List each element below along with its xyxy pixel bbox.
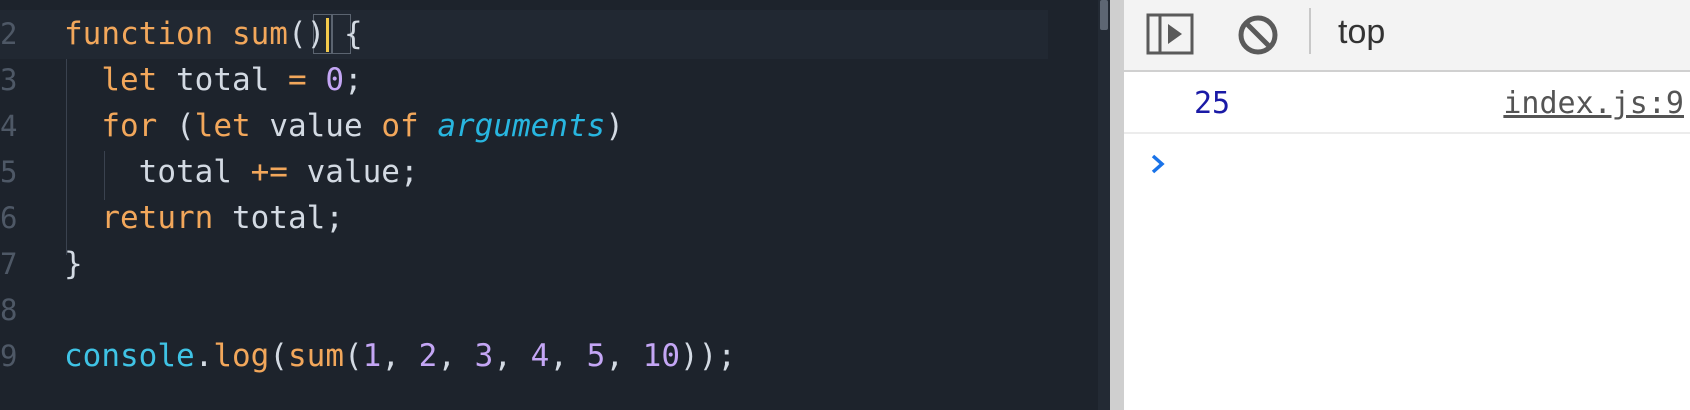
code-token: ( bbox=[157, 108, 195, 144]
code-token: 10 bbox=[642, 338, 680, 374]
code-token: sum bbox=[231, 16, 288, 52]
line-code: return total; bbox=[64, 194, 344, 243]
pane-divider[interactable] bbox=[1110, 0, 1124, 410]
line-number: 7 bbox=[0, 247, 18, 281]
code-token: , bbox=[437, 338, 475, 374]
line-code: let total = 0; bbox=[64, 56, 363, 105]
code-token: = bbox=[287, 62, 307, 98]
devtools-console: top 25 index.js:9 bbox=[1124, 0, 1690, 410]
code-token: total bbox=[64, 154, 251, 190]
line-number: 4 bbox=[0, 109, 18, 143]
sidebar-toggle-icon[interactable] bbox=[1146, 13, 1194, 60]
code-token: , bbox=[381, 338, 419, 374]
code-line: 6 return total; bbox=[0, 194, 1100, 243]
code-token: let bbox=[194, 108, 251, 144]
code-token: ) bbox=[605, 108, 624, 144]
code-token: ; bbox=[344, 62, 363, 98]
code-token: 2 bbox=[418, 338, 438, 374]
context-selector[interactable]: top bbox=[1338, 12, 1385, 52]
line-number: 8 bbox=[0, 293, 18, 327]
code-token: total; bbox=[213, 200, 344, 236]
code-line: 3 let total = 0; bbox=[0, 56, 1100, 105]
chevron-right-icon bbox=[1148, 152, 1168, 181]
app-window: 2 function sum() {3 let total = 0; 4 for (… bbox=[0, 0, 1690, 410]
code-line: 7} bbox=[0, 240, 1100, 289]
line-number: 9 bbox=[0, 339, 18, 373]
editor-scrollbar[interactable] bbox=[1098, 0, 1110, 410]
line-number: 5 bbox=[0, 155, 18, 189]
code-token: ( bbox=[344, 338, 363, 374]
code-token: 1 bbox=[362, 338, 382, 374]
console-prompt[interactable] bbox=[1148, 148, 1668, 188]
line-number: 2 bbox=[0, 17, 18, 51]
log-value: 25 bbox=[1194, 86, 1231, 121]
code-token: ( bbox=[269, 338, 288, 374]
console-toolbar: top bbox=[1124, 0, 1690, 72]
code-token: value; bbox=[287, 154, 419, 190]
code-token: ( bbox=[287, 16, 307, 52]
code-token: += bbox=[250, 154, 288, 190]
code-token: return bbox=[101, 200, 214, 236]
code-token: 4 bbox=[530, 338, 550, 374]
toolbar-separator bbox=[1309, 8, 1311, 54]
code-token: , bbox=[493, 338, 531, 374]
code-token: let bbox=[101, 62, 158, 98]
code-line: 9 console.log(sum(1, 2, 3, 4, 5, 10)); bbox=[0, 332, 1100, 381]
console-message: 25 index.js:9 bbox=[1124, 72, 1690, 134]
code-token: { bbox=[325, 16, 363, 52]
code-token: function bbox=[64, 16, 214, 52]
line-code: total += value; bbox=[64, 148, 419, 197]
code-token: log bbox=[213, 338, 270, 374]
code-token: for bbox=[101, 108, 158, 144]
code-token: sum bbox=[288, 338, 344, 374]
line-code: function sum() { bbox=[64, 10, 363, 59]
code-token: console bbox=[64, 338, 195, 374]
source-link[interactable]: index.js:9 bbox=[1503, 86, 1684, 122]
code-line: 8 bbox=[0, 286, 1100, 335]
line-number: 3 bbox=[0, 63, 18, 97]
code-line: 5 total += value; bbox=[0, 148, 1100, 197]
line-code: for (let value of arguments) bbox=[64, 102, 624, 151]
code-token: } bbox=[64, 246, 83, 282]
line-code: } bbox=[64, 240, 83, 289]
line-number: 6 bbox=[0, 201, 18, 235]
code-token: )); bbox=[680, 338, 736, 374]
code-token: 3 bbox=[474, 338, 494, 374]
code-token: . bbox=[194, 338, 214, 374]
code-token: , bbox=[605, 338, 643, 374]
code-token: value bbox=[250, 108, 382, 144]
code-editor[interactable]: 2 function sum() {3 let total = 0; 4 for (… bbox=[0, 0, 1100, 410]
code-token: , bbox=[549, 338, 587, 374]
code-token: of bbox=[381, 108, 419, 144]
clear-console-icon[interactable] bbox=[1236, 13, 1280, 62]
code-line: 4 for (let value of arguments) bbox=[0, 102, 1100, 151]
editor-scrollbar-thumb[interactable] bbox=[1100, 0, 1108, 30]
code-line: 2 function sum() { bbox=[0, 10, 1100, 59]
code-token: 5 bbox=[586, 338, 606, 374]
code-token: ) bbox=[306, 16, 326, 52]
line-code: console.log(sum(1, 2, 3, 4, 5, 10)); bbox=[64, 332, 736, 381]
code-token: total bbox=[157, 62, 288, 98]
code-token: arguments bbox=[437, 108, 606, 144]
code-token: 0 bbox=[325, 62, 344, 98]
